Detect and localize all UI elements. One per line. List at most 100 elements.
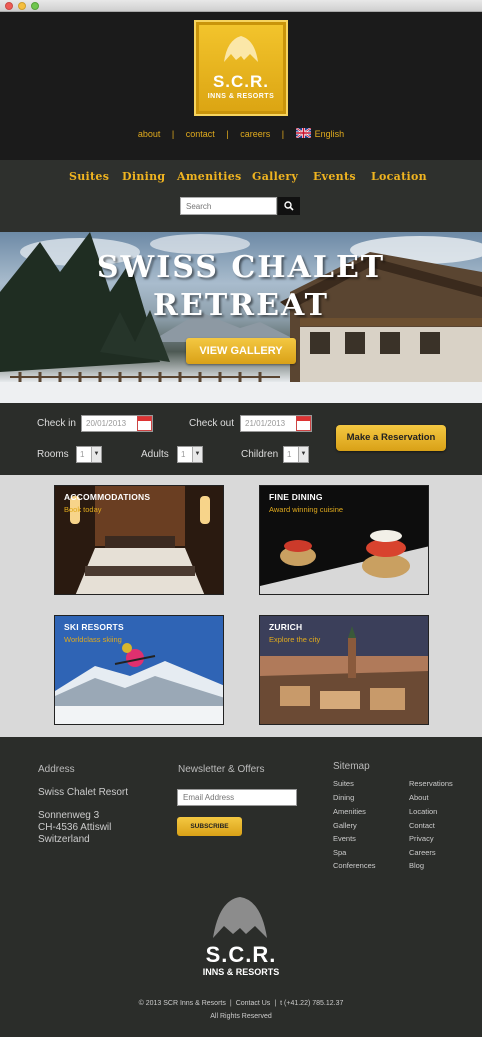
view-gallery-button[interactable]: VIEW GALLERY xyxy=(186,338,296,364)
top-links: about | contact | careers | English xyxy=(0,128,482,139)
adults-select[interactable]: 1 ▼ xyxy=(177,446,203,463)
sitemap-spa[interactable]: Spa xyxy=(333,848,346,857)
sitemap-blog[interactable]: Blog xyxy=(409,861,424,870)
children-label: Children xyxy=(241,449,279,460)
main-nav: Suites Dining Amenities Gallery Events L… xyxy=(0,160,482,232)
address-heading: Address xyxy=(38,764,75,775)
calendar-icon[interactable] xyxy=(137,416,152,431)
checkout-label: Check out xyxy=(189,418,235,429)
link-separator: | xyxy=(171,129,175,139)
address-street: Sonnenweg 3 xyxy=(38,810,100,821)
nav-location[interactable]: Location xyxy=(371,170,427,183)
sitemap-events[interactable]: Events xyxy=(333,834,356,843)
tile-accommodations[interactable]: ACCOMMODATIONS Book today xyxy=(54,485,224,595)
careers-link[interactable]: careers xyxy=(240,129,270,139)
site-header: S.C.R. INNS & RESORTS about | contact | … xyxy=(0,12,482,160)
tile-zurich[interactable]: ZURICH Explore the city xyxy=(259,615,429,725)
nav-suites[interactable]: Suites xyxy=(69,170,109,183)
sitemap-location[interactable]: Location xyxy=(409,807,437,816)
mountain-logo-icon xyxy=(213,897,267,938)
tile-fine-dining[interactable]: FINE DINING Award winning cuisine xyxy=(259,485,429,595)
rooms-label: Rooms xyxy=(37,449,69,460)
nav-amenities[interactable]: Amenities xyxy=(177,170,242,183)
search-icon xyxy=(284,201,294,211)
language-selector[interactable]: English xyxy=(315,129,345,139)
sitemap-about[interactable]: About xyxy=(409,793,429,802)
brand-tagline: INNS & RESORTS xyxy=(207,93,275,100)
resort-name: Swiss Chalet Resort xyxy=(38,787,129,798)
nav-gallery[interactable]: Gallery xyxy=(252,170,298,183)
uk-flag-icon xyxy=(295,128,311,138)
email-field[interactable] xyxy=(177,789,297,806)
about-link[interactable]: about xyxy=(138,129,161,139)
rights-text: All Rights Reserved xyxy=(210,1013,272,1020)
rooms-select[interactable]: 1 ▼ xyxy=(76,446,102,463)
site-footer: Address Swiss Chalet Resort Sonnenweg 3 … xyxy=(0,737,482,1037)
tile-subtitle: Explore the city xyxy=(269,635,321,644)
calendar-icon[interactable] xyxy=(296,416,311,431)
contact-us-link[interactable]: Contact Us xyxy=(236,1000,271,1007)
tile-subtitle: Award winning cuisine xyxy=(269,505,344,514)
newsletter-heading: Newsletter & Offers xyxy=(178,764,265,775)
link-separator: | xyxy=(226,129,229,139)
maximize-window-icon[interactable] xyxy=(31,2,39,10)
sitemap-careers[interactable]: Careers xyxy=(409,848,436,857)
sitemap-privacy[interactable]: Privacy xyxy=(409,834,434,843)
search-input[interactable] xyxy=(180,197,277,215)
subscribe-button[interactable]: SUBSCRIBE xyxy=(177,817,242,836)
sitemap-conferences[interactable]: Conferences xyxy=(333,861,376,870)
sitemap-reservations[interactable]: Reservations xyxy=(409,779,453,788)
tile-title: ACCOMMODATIONS xyxy=(64,492,151,502)
sitemap-contact[interactable]: Contact xyxy=(409,821,435,830)
brand-logo[interactable]: S.C.R. INNS & RESORTS xyxy=(194,20,288,116)
sitemap-suites[interactable]: Suites xyxy=(333,779,354,788)
rooms-value: 1 xyxy=(80,450,85,459)
brand-name: S.C.R. xyxy=(212,72,270,91)
sitemap-amenities[interactable]: Amenities xyxy=(333,807,366,816)
sitemap-heading: Sitemap xyxy=(333,761,370,772)
contact-link[interactable]: contact xyxy=(186,129,215,139)
chevron-down-icon: ▼ xyxy=(192,447,202,462)
feature-tiles: ACCOMMODATIONS Book today FINE DINING Aw… xyxy=(0,475,482,737)
window-titlebar xyxy=(0,0,482,12)
footer-brand-name: S.C.R. xyxy=(205,942,277,967)
link-separator: | xyxy=(229,1000,232,1007)
dining-photo xyxy=(260,486,428,594)
minimize-window-icon[interactable] xyxy=(18,2,26,10)
hotel-room-photo xyxy=(55,486,223,594)
tile-title: ZURICH xyxy=(269,622,303,632)
footer-brand-tagline: INNS & RESORTS xyxy=(202,967,280,977)
ski-photo xyxy=(55,616,223,724)
tile-subtitle: Worldclass skiing xyxy=(64,635,122,644)
hero-title-line1: SWISS CHALET xyxy=(96,250,386,285)
address-city: CH-4536 Attiswil xyxy=(38,822,112,833)
checkin-label: Check in xyxy=(37,418,76,429)
sitemap-dining[interactable]: Dining xyxy=(333,793,354,802)
children-value: 1 xyxy=(287,450,292,459)
tile-ski-resorts[interactable]: SKI RESORTS Worldclass skiing xyxy=(54,615,224,725)
zurich-city-photo xyxy=(260,616,428,724)
tile-title: SKI RESORTS xyxy=(64,622,124,632)
hero-title-line2: RETREAT xyxy=(153,288,329,323)
tile-subtitle: Book today xyxy=(64,505,102,514)
adults-label: Adults xyxy=(141,449,169,460)
tile-title: FINE DINING xyxy=(269,492,323,502)
mountain-logo-icon xyxy=(224,36,258,62)
phone-number: t (+41.22) 785.12.37 xyxy=(280,1000,344,1007)
link-separator: | xyxy=(281,129,285,139)
chevron-down-icon: ▼ xyxy=(298,447,308,462)
nav-events[interactable]: Events xyxy=(313,170,356,183)
sitemap-gallery[interactable]: Gallery xyxy=(333,821,357,830)
chevron-down-icon: ▼ xyxy=(91,447,101,462)
address-country: Switzerland xyxy=(38,834,90,845)
footer-copyright-line: © 2013 SCR Inns & Resorts | Contact Us | t (… xyxy=(0,1000,482,1007)
copyright-text: © 2013 SCR Inns & Resorts xyxy=(138,1000,226,1007)
close-window-icon[interactable] xyxy=(5,2,13,10)
children-select[interactable]: 1 ▼ xyxy=(283,446,309,463)
hero-banner: SWISS CHALET RETREAT VIEW GALLERY xyxy=(0,232,482,403)
adults-value: 1 xyxy=(181,450,186,459)
link-separator: | xyxy=(274,1000,277,1007)
nav-dining[interactable]: Dining xyxy=(122,170,165,183)
search-button[interactable] xyxy=(278,197,300,215)
make-reservation-button[interactable]: Make a Reservation xyxy=(336,425,446,451)
